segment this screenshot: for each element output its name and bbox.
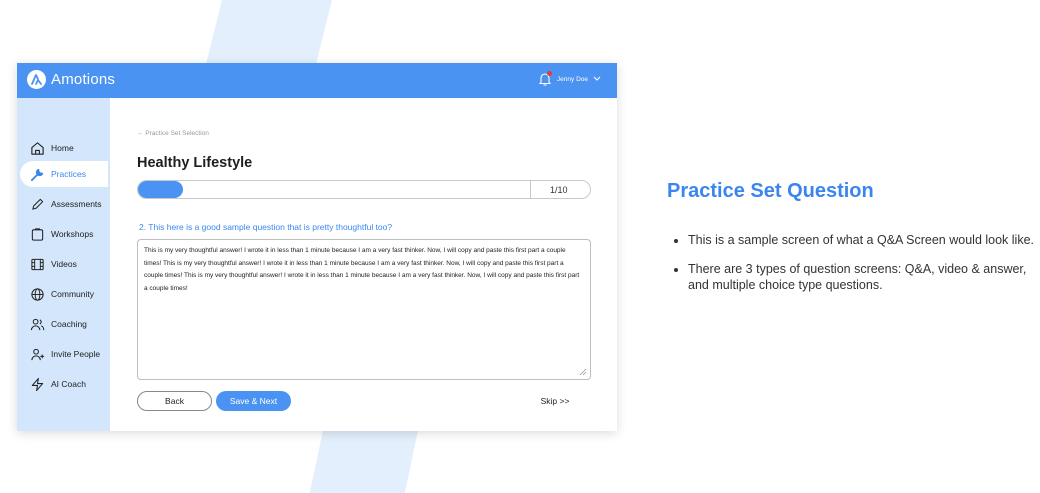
description-list: This is a sample screen of what a Q&A Sc…: [675, 232, 1040, 306]
back-button[interactable]: Back: [137, 391, 212, 411]
clipboard-icon: [31, 227, 44, 241]
sidebar-item-workshops[interactable]: Workshops: [20, 221, 108, 247]
sidebar-item-videos[interactable]: Videos: [20, 251, 108, 277]
film-icon: [31, 258, 44, 270]
sidebar-item-label: Invite People: [51, 349, 101, 359]
home-icon: [31, 141, 44, 155]
description-item: There are 3 types of question screens: Q…: [688, 261, 1040, 293]
sidebar-item-practices[interactable]: Practices: [20, 161, 108, 187]
sidebar-item-community[interactable]: Community: [20, 281, 108, 307]
description-title: Practice Set Question: [667, 180, 874, 202]
notification-dot: [546, 71, 552, 76]
resize-handle-icon[interactable]: [579, 368, 587, 376]
app-name: Amotions: [51, 71, 116, 88]
question-text: 2. This here is a good sample question t…: [139, 222, 393, 232]
chevron-down-icon: [593, 76, 601, 81]
user-menu[interactable]: Jenny Doe: [538, 71, 601, 87]
progress-bar: 1/10: [137, 180, 591, 199]
back-link[interactable]: ← Practice Set Selection: [137, 130, 209, 137]
progress-divider: [530, 181, 531, 198]
sidebar-item-invite-people[interactable]: Invite People: [20, 341, 108, 367]
sidebar-item-label: Community: [51, 289, 94, 299]
progress-count: 1/10: [550, 185, 568, 195]
sidebar-item-label: AI Coach: [51, 379, 86, 389]
add-user-icon: [31, 348, 45, 360]
sidebar-item-label: Workshops: [51, 229, 94, 239]
notification-bell-icon[interactable]: [538, 71, 552, 87]
description-item: This is a sample screen of what a Q&A Sc…: [688, 232, 1040, 248]
sidebar-item-label: Coaching: [51, 319, 87, 329]
skip-button[interactable]: Skip >>: [530, 391, 580, 411]
pencil-icon: [32, 198, 44, 210]
answer-textarea[interactable]: This is my very thoughtful answer! I wro…: [137, 239, 591, 380]
answer-text: This is my very thoughtful answer! I wro…: [144, 247, 580, 292]
user-name: Jenny Doe: [556, 75, 588, 83]
wrench-icon: [30, 168, 44, 181]
sidebar-item-coaching[interactable]: Coaching: [20, 311, 108, 337]
sidebar-item-assessments[interactable]: Assessments: [20, 191, 108, 217]
lightning-icon: [31, 377, 44, 391]
save-next-button[interactable]: Save & Next: [216, 391, 291, 411]
app-window: Amotions Jenny Doe Home Practices Assess…: [17, 63, 617, 431]
people-icon: [30, 318, 45, 330]
logo-icon: [27, 70, 46, 89]
main-content: ← Practice Set Selection Healthy Lifesty…: [110, 98, 617, 431]
sidebar-item-label: Home: [51, 143, 74, 153]
globe-icon: [31, 287, 44, 301]
progress-fill: [138, 181, 184, 198]
sidebar-item-ai-coach[interactable]: AI Coach: [20, 371, 108, 397]
sidebar-item-label: Practices: [51, 169, 86, 179]
brand[interactable]: Amotions: [27, 70, 115, 89]
top-bar: Amotions Jenny Doe: [17, 63, 617, 98]
sidebar-item-home[interactable]: Home: [20, 135, 108, 161]
sidebar-item-label: Videos: [51, 259, 77, 269]
page-title: Healthy Lifestyle: [137, 155, 253, 171]
sidebar-item-label: Assessments: [51, 199, 102, 209]
sidebar: Home Practices Assessments Workshops Vid…: [17, 98, 110, 431]
